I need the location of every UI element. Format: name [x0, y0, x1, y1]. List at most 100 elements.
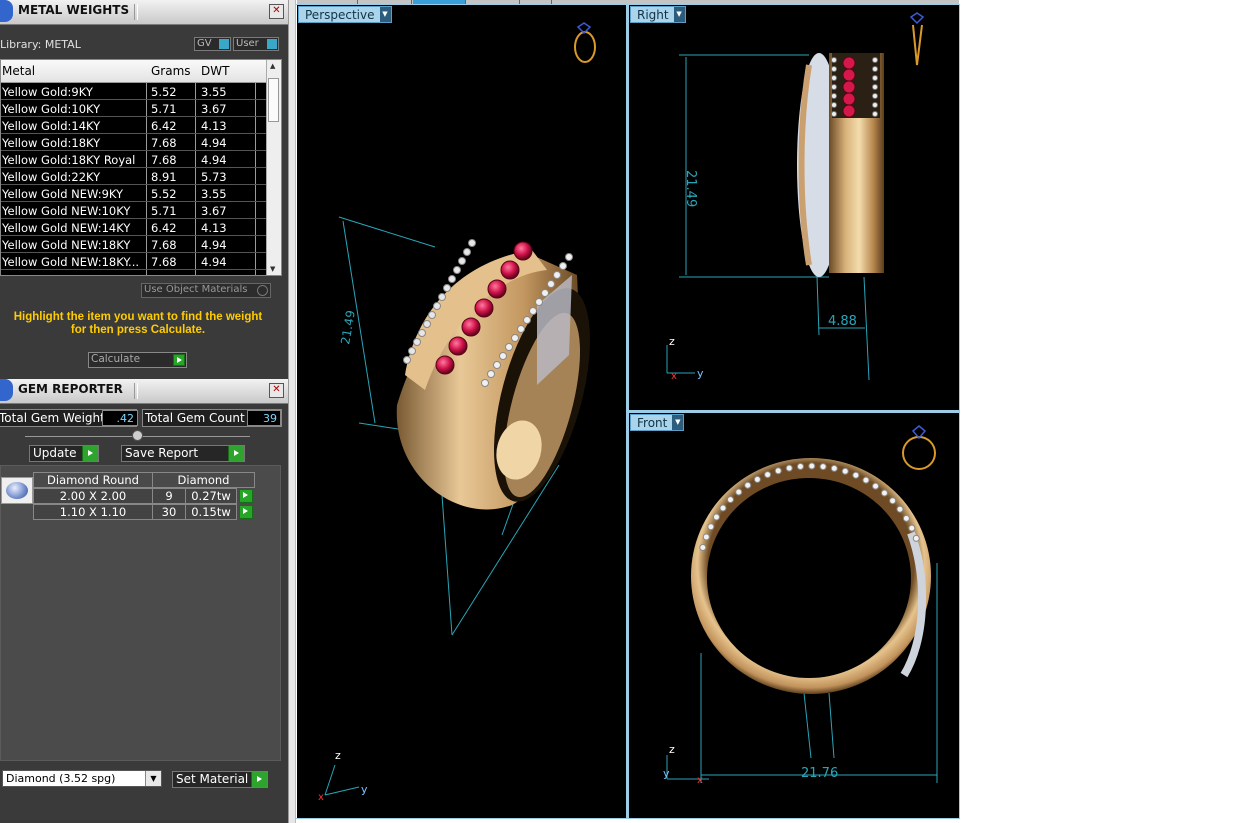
- diamond-stone: [872, 111, 878, 117]
- axis-x-label: x: [697, 775, 703, 786]
- gem-slider-handle[interactable]: [132, 430, 143, 441]
- calculate-button[interactable]: Calculate: [88, 352, 187, 368]
- table-row[interactable]: Yellow Gold NEW:18KY... 7.68 4.94: [1, 253, 267, 270]
- scroll-up-icon[interactable]: ▲: [270, 62, 275, 70]
- table-scrollbar[interactable]: ▲ ▼: [266, 60, 281, 275]
- diamond-stone: [831, 102, 837, 108]
- column-header-dwt[interactable]: DWT: [201, 64, 229, 78]
- diamond-stone: [785, 464, 793, 472]
- play-icon[interactable]: [82, 446, 98, 461]
- metal-weights-titlebar[interactable]: METAL WEIGHTS ✕: [0, 0, 288, 25]
- panel-grip[interactable]: [134, 4, 138, 20]
- diamond-stone: [719, 504, 727, 512]
- diamond-stone: [880, 489, 888, 497]
- chevron-down-icon[interactable]: ▼: [673, 7, 685, 22]
- front-view-label[interactable]: Front ▼: [630, 414, 685, 431]
- diamond-stone: [493, 361, 501, 369]
- update-button[interactable]: Update: [29, 445, 99, 462]
- save-report-button[interactable]: Save Report: [121, 445, 245, 462]
- table-row[interactable]: Yellow Gold NEW:18KY 7.68 4.94: [1, 236, 267, 253]
- viewport-border: [296, 818, 960, 819]
- right-view-label[interactable]: Right ▼: [630, 6, 686, 23]
- play-icon[interactable]: [173, 354, 185, 366]
- cell-grams: 7.68: [151, 238, 177, 252]
- table-row[interactable]: Yellow Gold:22KY 8.91 5.73: [1, 168, 267, 185]
- diamond-stone: [699, 544, 707, 552]
- diamond-stone: [819, 463, 827, 471]
- diamond-stone: [889, 497, 897, 505]
- chevron-down-icon[interactable]: ▼: [379, 7, 391, 22]
- gem-cell-size: 2.00 X 2.00: [33, 488, 153, 504]
- table-row[interactable]: Yellow Gold NEW:9KY 5.52 3.55: [1, 185, 267, 202]
- cell-grams: 5.52: [151, 187, 177, 201]
- perspective-viewport[interactable]: 21.49 z y x Perspective ▼: [297, 5, 626, 818]
- ring-model-side[interactable]: [797, 53, 884, 277]
- diamond-stone: [487, 370, 495, 378]
- play-icon[interactable]: [251, 772, 267, 787]
- cell-grams: 5.71: [151, 204, 177, 218]
- diamond-stone: [408, 347, 416, 355]
- panel-grip[interactable]: [134, 383, 138, 399]
- play-icon[interactable]: [239, 505, 253, 519]
- close-icon[interactable]: ✕: [269, 383, 284, 398]
- total-gem-weight-value: .42: [102, 410, 138, 426]
- cell-grams: 7.68: [151, 136, 177, 150]
- diamond-stone: [872, 102, 878, 108]
- ring-view-icon[interactable]: [574, 22, 596, 63]
- diamond-stone: [726, 496, 734, 504]
- table-row[interactable]: Yellow Gold NEW:14KY 6.42 4.13: [1, 219, 267, 236]
- user-toggle[interactable]: User: [233, 37, 279, 51]
- play-icon[interactable]: [228, 446, 244, 461]
- scroll-thumb[interactable]: [268, 78, 279, 122]
- table-row[interactable]: Yellow Gold:18KY 7.68 4.94: [1, 134, 267, 151]
- ring-view-icon[interactable]: [902, 425, 936, 470]
- table-row[interactable]: Yellow Gold:9KY 5.52 3.55: [1, 83, 267, 100]
- metal-table[interactable]: Metal Grams DWT Yellow Gold:9KY 5.52 3.55 Y…: [0, 59, 282, 276]
- cell-dwt: 4.94: [201, 153, 227, 167]
- panel-splitter[interactable]: [288, 0, 296, 823]
- chevron-down-icon[interactable]: ▼: [672, 415, 684, 430]
- diamond-stone: [559, 262, 567, 270]
- table-row[interactable]: Yellow Gold:14KY 6.42 4.13: [1, 117, 267, 134]
- right-dim-width: 4.88: [828, 314, 857, 329]
- diamond-stone: [872, 93, 878, 99]
- right-viewport[interactable]: 21.49 4.88 z y x Right ▼: [629, 5, 959, 410]
- gem-cell-count: 9: [152, 488, 186, 504]
- cell-dwt: 3.55: [201, 187, 227, 201]
- ruby-stone: [500, 260, 520, 280]
- diamond-stone: [535, 298, 543, 306]
- diamond-stone: [463, 248, 471, 256]
- close-icon[interactable]: ✕: [269, 4, 284, 19]
- column-header-grams[interactable]: Grams: [151, 64, 191, 78]
- scroll-down-icon[interactable]: ▼: [270, 265, 275, 273]
- use-object-materials-checkbox[interactable]: Use Object Materials: [141, 283, 271, 298]
- diamond-stone: [403, 356, 411, 364]
- checkbox-icon[interactable]: [257, 285, 268, 296]
- front-viewport[interactable]: 21.76 z y x Front ▼: [629, 413, 959, 818]
- gv-toggle[interactable]: GV: [194, 37, 231, 51]
- table-row[interactable]: Yellow Gold:18KY Royal 7.68 4.94: [1, 151, 267, 168]
- gem-cell-count: 30: [152, 504, 186, 520]
- chevron-down-icon[interactable]: ▼: [145, 771, 161, 786]
- perspective-view-label[interactable]: Perspective ▼: [298, 6, 392, 23]
- ring-model-front[interactable]: [691, 458, 931, 694]
- cell-metal: Yellow Gold:14KY: [2, 119, 101, 133]
- diamond-stone: [872, 482, 880, 490]
- cell-metal: Yellow Gold:10KY: [2, 102, 101, 116]
- material-select[interactable]: Diamond (3.52 spg) ▼: [2, 770, 162, 787]
- play-icon[interactable]: [239, 489, 253, 503]
- ring-view-icon[interactable]: [909, 12, 925, 66]
- table-row[interactable]: Yellow Gold NEW:10KY 5.71 3.67: [1, 202, 267, 219]
- diamond-stone: [774, 467, 782, 475]
- cell-dwt: 4.94: [201, 255, 227, 269]
- gem-reporter-titlebar[interactable]: GEM REPORTER ✕: [0, 379, 288, 404]
- column-header-metal[interactable]: Metal: [2, 64, 35, 78]
- side-panel: METAL WEIGHTS ✕ Library: METAL GV User M…: [0, 0, 288, 823]
- ruby-stone: [842, 92, 856, 106]
- set-material-button[interactable]: Set Material: [172, 771, 268, 788]
- diamond-stone: [565, 253, 573, 261]
- table-row[interactable]: Yellow Gold:10KY 5.71 3.67: [1, 100, 267, 117]
- cell-dwt: 4.94: [201, 136, 227, 150]
- diamond-stone: [423, 320, 431, 328]
- cell-metal: Yellow Gold:18KY Royal: [2, 153, 136, 167]
